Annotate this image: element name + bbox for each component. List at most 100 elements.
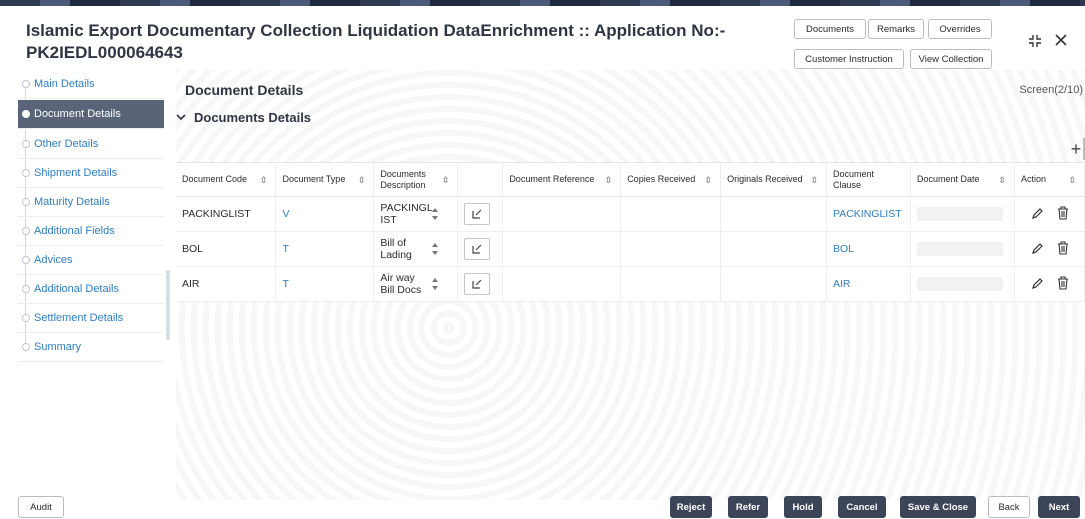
footer: Audit Reject Refer Hold Cancel Save & Cl… (0, 496, 1085, 519)
cell-document-clause[interactable]: BOL (826, 231, 911, 267)
cell-document-type[interactable]: T (275, 266, 375, 302)
column-header-originals-received[interactable]: Originals Received ⇳ (720, 162, 827, 197)
documents-button[interactable]: Documents (794, 19, 866, 39)
overrides-button[interactable]: Overrides (928, 19, 992, 39)
cell-originals-received[interactable] (720, 231, 827, 267)
sort-icon[interactable]: ⇳ (1068, 175, 1076, 186)
edit-box-icon (472, 279, 482, 289)
cell-copies-received[interactable] (620, 196, 722, 232)
view-collection-button[interactable]: View Collection (910, 49, 992, 69)
collapse-icon[interactable] (1028, 34, 1042, 53)
trash-icon[interactable] (1057, 205, 1069, 223)
cell-document-code: AIR (176, 266, 277, 302)
sidebar-item-main-details[interactable]: Main Details (18, 70, 164, 99)
trash-icon[interactable] (1057, 240, 1069, 258)
trash-icon[interactable] (1057, 275, 1069, 293)
sidebar-item-advices[interactable]: Advices (18, 246, 164, 275)
scroll-arrows-icon[interactable] (432, 206, 439, 222)
sidebar-item-maturity-details[interactable]: Maturity Details (18, 188, 164, 217)
cell-documents-description[interactable]: Bill of Lading (373, 231, 459, 267)
cell-originals-received[interactable] (720, 196, 827, 232)
step-dot-icon (22, 343, 30, 351)
sidebar-item-other-details[interactable]: Other Details (18, 130, 164, 159)
refer-button[interactable]: Refer (728, 496, 768, 518)
sidebar-item-additional-details[interactable]: Additional Details (18, 275, 164, 304)
sort-icon[interactable]: ⇳ (810, 175, 818, 186)
sidebar-item-shipment-details[interactable]: Shipment Details (18, 159, 164, 188)
cell-documents-description[interactable]: PACKINGL IST (373, 196, 459, 232)
pencil-icon[interactable] (1031, 241, 1043, 258)
section-title: Documents Details (194, 110, 312, 125)
cell-document-reference[interactable] (502, 266, 622, 302)
scroll-arrows-icon[interactable] (432, 276, 439, 292)
step-dot-icon (22, 227, 30, 235)
step-dot-icon (22, 198, 30, 206)
edit-description-button[interactable] (464, 203, 491, 225)
cell-document-code: PACKINGLIST (176, 196, 277, 232)
sidebar-item-settlement-details[interactable]: Settlement Details (18, 304, 164, 333)
cell-document-clause[interactable]: AIR (826, 266, 911, 302)
sort-icon[interactable]: ⇳ (605, 175, 613, 186)
cell-copies-received[interactable] (620, 231, 722, 267)
date-field[interactable] (916, 207, 1003, 221)
cell-edit (457, 266, 504, 302)
column-label: Documents Description (380, 168, 426, 190)
cell-documents-description[interactable]: Air way Bill Docs (373, 266, 459, 302)
step-dot-icon (22, 169, 30, 177)
column-header-action[interactable]: Action ⇳ (1014, 162, 1085, 197)
description-text: Bill of Lading (380, 237, 412, 261)
reject-button[interactable]: Reject (670, 496, 712, 518)
sidebar-item-document-details[interactable]: Document Details (18, 100, 164, 129)
column-header-documents-description[interactable]: Documents Description ⇳ (373, 162, 459, 197)
sort-icon[interactable]: ⇳ (705, 175, 713, 186)
cell-action (1014, 266, 1085, 302)
scroll-arrows-icon[interactable] (432, 241, 439, 257)
date-field[interactable] (916, 242, 1003, 256)
hold-button[interactable]: Hold (784, 496, 822, 518)
column-header-document-type[interactable]: Document Type ⇳ (275, 162, 375, 197)
cell-document-date (910, 266, 1015, 302)
cell-document-type[interactable]: V (275, 196, 375, 232)
edit-box-icon (472, 209, 482, 219)
sort-icon[interactable]: ⇳ (998, 175, 1006, 186)
add-row-button[interactable]: + (1069, 138, 1085, 160)
cell-document-code: BOL (176, 231, 277, 267)
cell-document-reference[interactable] (502, 196, 622, 232)
header: Islamic Export Documentary Collection Li… (0, 6, 1085, 69)
step-dot-icon (22, 110, 30, 118)
remarks-button[interactable]: Remarks (868, 19, 924, 39)
column-header-copies-received[interactable]: Copies Received ⇳ (620, 162, 722, 197)
sidebar-item-additional-fields[interactable]: Additional Fields (18, 217, 164, 246)
customer-instruction-button[interactable]: Customer Instruction (794, 49, 904, 69)
back-button[interactable]: Back (988, 496, 1030, 518)
screen-indicator: Screen(2/10) (1019, 84, 1083, 96)
cell-copies-received[interactable] (620, 266, 722, 302)
close-icon[interactable] (1054, 33, 1068, 52)
column-header-document-code[interactable]: Document Code ⇳ (176, 162, 277, 197)
sidebar-item-label: Summary (34, 341, 82, 353)
audit-button[interactable]: Audit (18, 496, 64, 518)
cell-document-reference[interactable] (502, 231, 622, 267)
step-dot-icon (22, 80, 30, 88)
cell-document-clause[interactable]: PACKINGLIST (826, 196, 911, 232)
sidebar: Main Details Document Details Other Deta… (18, 70, 164, 500)
sidebar-item-summary[interactable]: Summary (18, 333, 164, 362)
edit-description-button[interactable] (464, 273, 491, 295)
cancel-button[interactable]: Cancel (838, 496, 886, 518)
next-button[interactable]: Next (1038, 496, 1080, 518)
column-header-document-date[interactable]: Document Date ⇳ (910, 162, 1015, 197)
save-and-close-button[interactable]: Save & Close (900, 496, 976, 518)
cell-originals-received[interactable] (720, 266, 827, 302)
edit-description-button[interactable] (464, 238, 491, 260)
sidebar-scrollbar[interactable] (166, 270, 170, 340)
column-header-document-reference[interactable]: Document Reference ⇳ (502, 162, 622, 197)
sort-icon[interactable]: ⇳ (358, 175, 366, 186)
sort-icon[interactable]: ⇳ (442, 175, 450, 186)
sort-icon[interactable]: ⇳ (260, 175, 268, 186)
pencil-icon[interactable] (1031, 276, 1043, 293)
documents-details-toggle[interactable]: Documents Details (176, 110, 311, 125)
sidebar-item-label: Shipment Details (34, 167, 118, 179)
date-field[interactable] (916, 277, 1003, 291)
pencil-icon[interactable] (1031, 206, 1043, 223)
cell-document-type[interactable]: T (275, 231, 375, 267)
